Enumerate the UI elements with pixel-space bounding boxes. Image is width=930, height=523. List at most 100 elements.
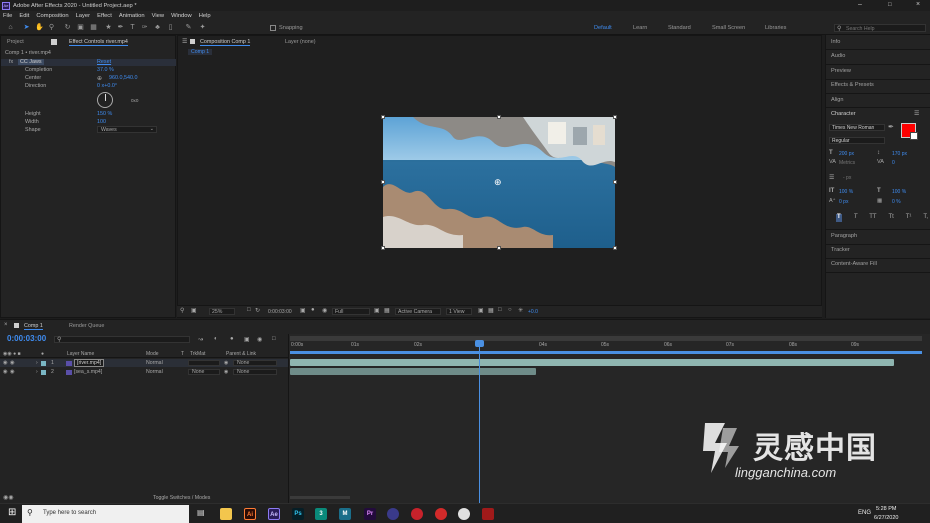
region-icon[interactable]: ▣ <box>374 307 380 314</box>
col-parent[interactable]: Parent & Link <box>226 351 256 357</box>
timeline-icon[interactable]: □ <box>498 307 502 313</box>
comp-timecode[interactable]: 0:00:03:00 <box>268 309 292 315</box>
tab-comp-1[interactable]: Comp 1 <box>24 323 43 330</box>
small-caps-button[interactable]: Tt <box>888 214 893 222</box>
transform-handle[interactable] <box>381 180 385 184</box>
menu-edit[interactable]: Edit <box>19 13 29 19</box>
expand-arrow-icon[interactable]: › <box>36 360 38 366</box>
stroke-width-value[interactable]: - px <box>843 175 851 181</box>
rotate-tool-icon[interactable]: ↻ <box>63 23 72 32</box>
baseline-value[interactable]: 0 px <box>839 199 848 205</box>
kerning-value[interactable]: Metrics <box>839 160 855 166</box>
pen-tool-icon[interactable]: ✒ <box>116 23 125 32</box>
tab-render-queue[interactable]: Render Queue <box>69 323 104 329</box>
layer-bar-2[interactable] <box>290 368 536 375</box>
motion-blur-icon[interactable]: ◉ <box>257 336 262 343</box>
panel-paragraph[interactable]: Paragraph <box>831 233 857 239</box>
shy-icon[interactable]: ● <box>230 336 234 342</box>
menu-file[interactable]: File <box>3 13 12 19</box>
menu-animation[interactable]: Animation <box>119 13 145 19</box>
leading-value[interactable]: 170 px <box>892 151 907 157</box>
opera-icon[interactable] <box>435 508 447 520</box>
layer-name[interactable]: [river.mp4] <box>74 359 105 367</box>
hand-tool-icon[interactable]: ✋ <box>35 23 44 32</box>
menu-help[interactable]: Help <box>199 13 211 19</box>
superscript-button[interactable]: T¹ <box>906 214 912 222</box>
panel-content-aware-fill[interactable]: Content-Aware Fill <box>831 261 877 267</box>
zoom-dropdown[interactable]: 25% <box>209 308 235 315</box>
font-family-dropdown[interactable]: Times New Roman <box>829 124 885 131</box>
menu-view[interactable]: View <box>152 13 164 19</box>
prop-center-value[interactable]: 960.0,540.0 <box>109 75 137 81</box>
tsume-value[interactable]: 0 % <box>892 199 901 205</box>
illustrator-icon[interactable]: Ai <box>244 508 256 520</box>
zoom-slider[interactable] <box>290 496 350 499</box>
panel-menu-icon[interactable]: ☰ <box>914 110 919 117</box>
exposure-icon[interactable]: ✳ <box>518 307 523 314</box>
show-snapshot-icon[interactable]: ● <box>311 307 315 313</box>
views-dropdown[interactable]: 1 View <box>446 308 472 315</box>
anchor-point-icon[interactable]: ⊕ <box>494 177 502 188</box>
flowchart-icon[interactable]: ○ <box>508 307 512 313</box>
transform-handle[interactable] <box>613 180 617 184</box>
label-color[interactable] <box>41 360 46 366</box>
prop-height-value[interactable]: 150 % <box>97 111 112 117</box>
app-dark-red-icon[interactable] <box>482 508 494 520</box>
workspace-standard[interactable]: Standard <box>668 25 691 31</box>
type-tool-icon[interactable]: T <box>128 23 137 32</box>
chrome-icon[interactable] <box>458 508 470 520</box>
transform-handle[interactable] <box>381 246 385 250</box>
time-ruler[interactable]: 0:00s 01s 02s 03s 04s 05s 06s 07s 08s 09… <box>290 342 922 350</box>
tab-project[interactable]: Project <box>7 39 24 45</box>
font-size-value[interactable]: 200 px <box>839 151 854 157</box>
search-help-box[interactable]: ⚲ Search Help <box>834 24 926 32</box>
audio-icon[interactable]: ◉ <box>10 369 15 375</box>
col-layer-name[interactable]: Layer Name <box>67 351 94 357</box>
windows-start-icon[interactable]: ⊞ <box>8 507 16 518</box>
audio-icon[interactable]: ◉ <box>10 360 15 366</box>
col-mode[interactable]: Mode <box>146 351 159 357</box>
effect-header-row[interactable]: fx CC Jaws Reset <box>1 59 176 66</box>
faux-italic-button[interactable]: T <box>854 214 858 222</box>
workspace-learn[interactable]: Learn <box>633 25 647 31</box>
home-icon[interactable]: ⌂ <box>6 23 15 32</box>
fit-icon[interactable]: □ <box>247 307 251 313</box>
selection-tool-icon[interactable]: ➤ <box>22 23 31 32</box>
toggle-pixel-icon[interactable]: ▣ <box>478 307 484 314</box>
camera-dropdown[interactable]: Active Camera <box>395 308 441 315</box>
parent-dropdown[interactable]: None <box>233 369 277 375</box>
clone-stamp-icon[interactable]: ♣ <box>153 23 162 32</box>
all-caps-button[interactable]: TT <box>869 214 876 222</box>
camera-tool-icon[interactable]: ▣ <box>76 23 85 32</box>
draft-3d-icon[interactable]: ◐ <box>214 336 218 342</box>
panel-info[interactable]: Info <box>831 39 840 45</box>
reset-link[interactable]: Reset <box>97 59 111 65</box>
timeline-search-input[interactable]: ⚲ <box>54 336 190 343</box>
menu-composition[interactable]: Composition <box>36 13 68 19</box>
app-m-icon[interactable]: M <box>339 508 351 520</box>
transform-handle[interactable] <box>613 115 617 119</box>
taskbar-time[interactable]: 5:28 PM <box>876 506 896 512</box>
workspace-libraries[interactable]: Libraries <box>765 25 786 31</box>
pickwhip-icon[interactable]: ◉ <box>224 369 228 375</box>
menu-window[interactable]: Window <box>171 13 192 19</box>
workspace-default[interactable]: Default <box>594 25 612 31</box>
expand-arrow-icon[interactable]: › <box>36 369 38 375</box>
comp-mini-flowchart-icon[interactable]: ↝ <box>198 336 203 343</box>
refresh-icon[interactable]: ↻ <box>255 307 260 314</box>
app-globe-icon[interactable] <box>387 508 399 520</box>
parent-dropdown[interactable]: None <box>233 360 277 366</box>
premiere-icon[interactable]: Pr <box>364 508 376 520</box>
snapping-checkbox[interactable] <box>270 25 276 31</box>
layer-mode[interactable]: Normal <box>146 369 163 375</box>
panel-preview[interactable]: Preview <box>831 68 851 74</box>
close-icon[interactable]: × <box>916 1 920 8</box>
panel-effects-presets[interactable]: Effects & Presets <box>831 82 874 88</box>
roto-brush-icon[interactable]: ✎ <box>184 23 193 32</box>
minimize-icon[interactable]: – <box>858 1 862 8</box>
fast-preview-icon[interactable]: ▦ <box>488 307 494 314</box>
zoom-tool-icon[interactable]: ⚲ <box>47 23 56 32</box>
panel-align[interactable]: Align <box>831 97 843 103</box>
work-area-range[interactable] <box>290 351 922 354</box>
work-area-bar[interactable] <box>290 336 922 341</box>
